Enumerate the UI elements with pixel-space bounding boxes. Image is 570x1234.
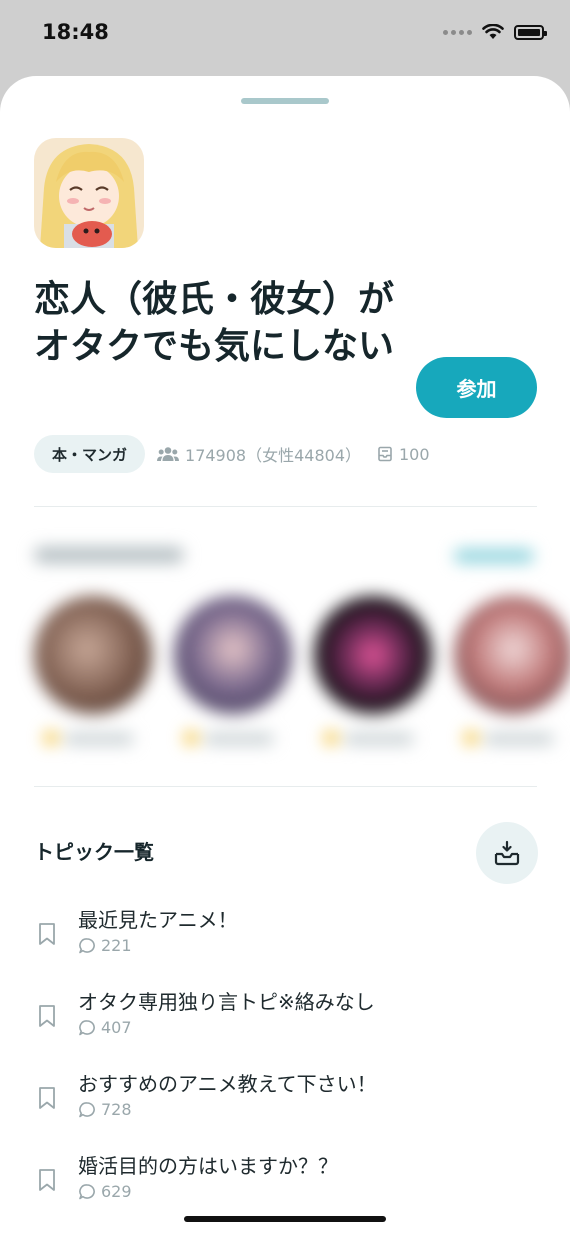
member-card[interactable] (454, 596, 570, 745)
topic-comment-count: 629 (78, 1182, 132, 1201)
topic-count-text: 728 (101, 1100, 132, 1119)
avatar (34, 596, 152, 714)
home-indicator (184, 1216, 386, 1222)
posts-count-text: 100 (399, 444, 430, 464)
topic-comment-count: 221 (78, 936, 132, 955)
members-section-blurred (34, 541, 570, 761)
topic-comment-count: 407 (78, 1018, 132, 1037)
signal-icon (443, 29, 472, 35)
topic-item[interactable]: 最近見たアニメ！ 221 (34, 898, 537, 980)
comment-icon (79, 937, 95, 953)
battery-icon (514, 24, 547, 40)
join-button[interactable]: 参加 (416, 357, 537, 418)
topic-count-text: 221 (101, 936, 132, 955)
status-time: 18:48 (42, 20, 109, 44)
topic-item[interactable]: オタク専用独り言トピ※絡みなし 407 (34, 980, 537, 1062)
inbox-add-icon (494, 840, 520, 866)
members-count: 174908（女性44804） (157, 442, 361, 466)
topics-header: トピック一覧 (34, 840, 154, 864)
avatar (454, 596, 570, 714)
bookmark-icon[interactable] (38, 1086, 56, 1110)
topic-count-text: 629 (101, 1182, 132, 1201)
rank-icon (324, 731, 338, 745)
topic-item[interactable]: おすすめのアニメ教えて下さい！ 728 (34, 1062, 537, 1144)
community-sheet: 恋人（彼氏・彼女）がオタクでも気にしない 参加 本・マンガ 174908（女性4… (0, 76, 570, 1234)
topic-title[interactable]: おすすめのアニメ教えて下さい！ (78, 1068, 377, 1097)
community-meta: 本・マンガ 174908（女性44804） 100 (34, 435, 430, 473)
posts-icon (378, 446, 392, 462)
posts-count: 100 (377, 445, 430, 464)
topic-title[interactable]: 婚活目的の方はいますか？？ (78, 1150, 338, 1179)
community-title: 恋人（彼氏・彼女）がオタクでも気にしない (34, 279, 395, 367)
bookmark-icon[interactable] (38, 1004, 56, 1028)
rank-icon (44, 731, 58, 745)
wifi-icon (482, 24, 504, 39)
member-rank (204, 733, 274, 745)
topic-comment-count: 728 (78, 1100, 132, 1119)
create-topic-button[interactable] (476, 822, 538, 884)
member-card[interactable] (174, 596, 294, 745)
topic-title[interactable]: オタク専用独り言トピ※絡みなし (78, 986, 375, 1015)
status-bar: 18:48 (0, 0, 570, 76)
member-card[interactable] (314, 596, 434, 745)
avatar (314, 596, 432, 714)
topic-title[interactable]: 最近見たアニメ！ (78, 904, 238, 933)
member-card[interactable] (34, 596, 154, 745)
topic-item[interactable]: 婚活目的の方はいますか？？ 629 (34, 1144, 537, 1226)
topic-count-text: 407 (101, 1018, 132, 1037)
rank-icon (184, 731, 198, 745)
divider (34, 786, 537, 787)
member-rank (64, 733, 134, 745)
members-count-text: 174908（女性44804） (185, 446, 361, 465)
bookmark-icon[interactable] (38, 1168, 56, 1192)
topic-list: 最近見たアニメ！ 221 オタク専用独り言トピ※絡みなし 407 おすすめのアニ… (34, 898, 537, 1226)
sheet-grabber[interactable] (241, 98, 329, 104)
comment-icon (79, 1183, 95, 1199)
avatar (174, 596, 292, 714)
status-icons (443, 24, 547, 40)
divider (34, 506, 537, 507)
member-rank (484, 733, 554, 745)
community-icon (34, 138, 144, 248)
comment-icon (79, 1101, 95, 1117)
bookmark-icon[interactable] (38, 922, 56, 946)
rank-icon (464, 731, 478, 745)
members-icon (157, 447, 180, 461)
comment-icon (79, 1019, 95, 1035)
members-section-title (34, 547, 184, 563)
category-chip[interactable]: 本・マンガ (34, 435, 146, 473)
members-more-link[interactable] (454, 549, 534, 563)
member-rank (344, 733, 414, 745)
